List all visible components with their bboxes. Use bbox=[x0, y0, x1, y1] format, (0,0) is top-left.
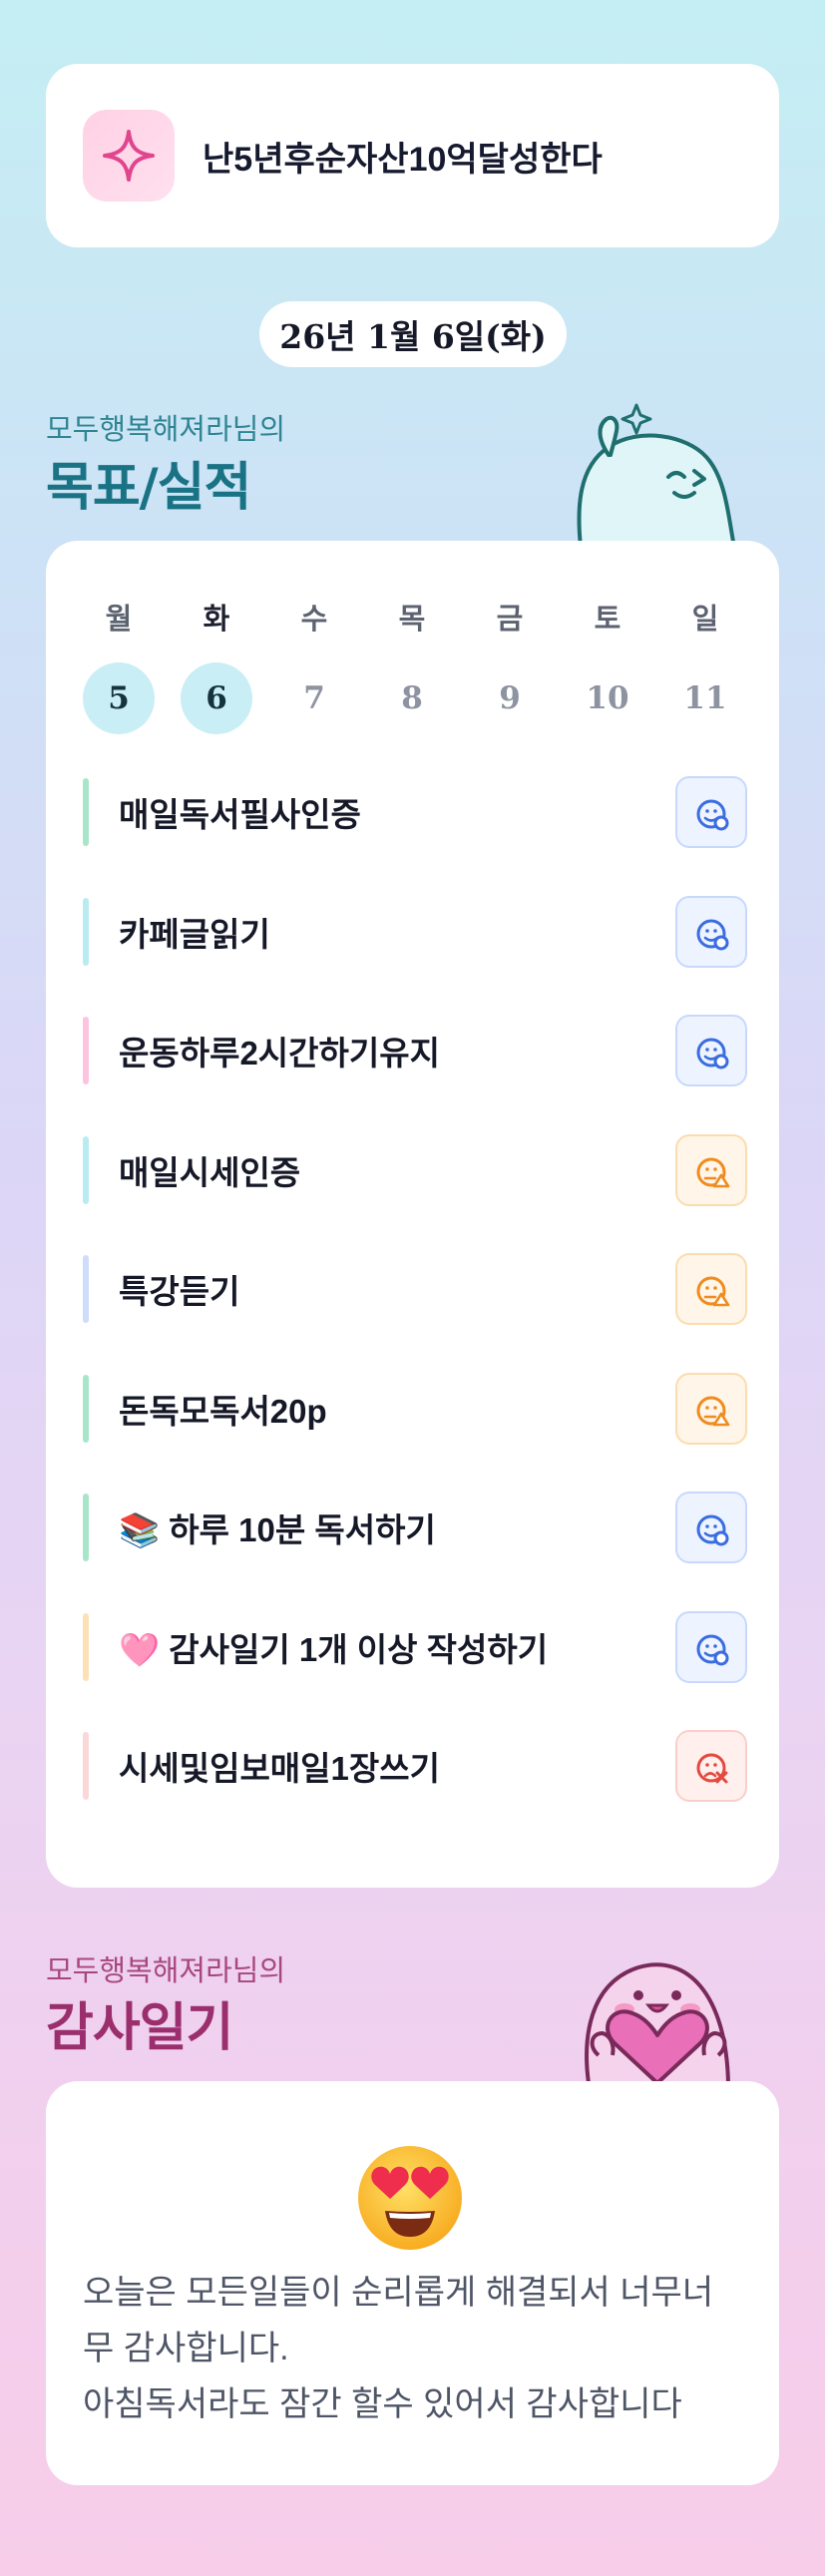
smile-check-icon[interactable] bbox=[675, 776, 747, 848]
diary-section-title: 감사일기 bbox=[46, 1998, 233, 2058]
diary-line: 무 감사합니다. bbox=[83, 2330, 289, 2367]
task-row[interactable]: 카페글읽기 bbox=[83, 892, 747, 972]
day-of-week-label: 화 bbox=[203, 604, 230, 636]
diary-line: 아침독서라도 잠간 할수 있어서 감사합니다 bbox=[83, 2385, 682, 2423]
record-section-title: 목표/실적 bbox=[46, 458, 251, 518]
task-label: 시세및임보매일1장쓰기 bbox=[119, 1750, 440, 1787]
week-strip: 월 5 화 6 수 7 목 8 금 9 토 10 일 11 bbox=[83, 595, 741, 734]
day-number[interactable]: 5 bbox=[83, 662, 155, 734]
day-column[interactable]: 금9 bbox=[474, 595, 546, 734]
day-column[interactable]: 화6 bbox=[181, 595, 252, 734]
smile-check-icon[interactable] bbox=[675, 1015, 747, 1086]
neutral-triangle-icon[interactable] bbox=[675, 1133, 747, 1206]
task-row[interactable]: 🩷 감사일기 1개 이상 작성하기 bbox=[83, 1607, 747, 1687]
task-color-bar bbox=[83, 1374, 89, 1443]
task-row[interactable]: 돈독모독서20p bbox=[83, 1369, 747, 1449]
heart-eyes-emoji-icon bbox=[355, 2143, 465, 2253]
task-row[interactable]: 특강듣기 bbox=[83, 1249, 747, 1329]
task-color-bar bbox=[83, 1732, 89, 1800]
goal-card[interactable]: 난5년후순자산10억달성한다 bbox=[46, 64, 779, 247]
diary-text: 오늘은 모든일들이 순리롭게 해결되서 너무너 무 감사합니다. 아침독서라도 … bbox=[83, 2265, 743, 2432]
task-row[interactable]: 📚 하루 10분 독서하기 bbox=[83, 1488, 747, 1567]
day-number[interactable]: 8 bbox=[376, 662, 448, 734]
day-of-week-label: 일 bbox=[691, 604, 719, 636]
diary-card[interactable]: 오늘은 모든일들이 순리롭게 해결되서 너무너 무 감사합니다. 아침독서라도 … bbox=[46, 2081, 779, 2485]
day-number[interactable]: 9 bbox=[474, 662, 546, 734]
day-of-week-label: 월 bbox=[105, 604, 133, 636]
day-number[interactable]: 6 bbox=[181, 662, 252, 734]
task-row[interactable]: 시세및임보매일1장쓰기 bbox=[83, 1726, 747, 1806]
record-card: 월 5 화 6 수 7 목 8 금 9 토 10 일 11 매일독서필사인증 카페글읽기 운동하루2시간하기유… bbox=[46, 541, 779, 1888]
day-column[interactable]: 토 10 bbox=[572, 595, 643, 734]
task-color-bar bbox=[83, 1255, 89, 1323]
task-list: 매일독서필사인증카페글읽기운동하루2시간하기유지매일시세인증특강듣기돈독모독서2… bbox=[83, 772, 747, 1846]
task-color-bar bbox=[83, 1612, 89, 1681]
task-label: 매일독서필사인증 bbox=[119, 796, 361, 833]
task-color-bar bbox=[83, 897, 89, 966]
day-of-week-label: 목 bbox=[398, 604, 426, 636]
task-color-bar bbox=[83, 1494, 89, 1561]
smile-check-icon[interactable] bbox=[675, 1610, 747, 1683]
task-label: 돈독모독서20p bbox=[119, 1392, 327, 1430]
waving-mascot bbox=[569, 397, 748, 552]
sad-x-icon[interactable] bbox=[675, 1730, 747, 1802]
sparkle-icon bbox=[83, 110, 175, 202]
task-color-bar bbox=[83, 778, 89, 846]
neutral-triangle-icon[interactable] bbox=[675, 1372, 747, 1445]
diary-section-user: 모두행복해져라님의 bbox=[46, 1955, 286, 1987]
task-row[interactable]: 운동하루2시간하기유지 bbox=[83, 1011, 747, 1090]
diary-line: 오늘은 모든일들이 순리롭게 해결되서 너무너 bbox=[83, 2274, 714, 2312]
day-column[interactable]: 월5 bbox=[83, 595, 155, 734]
task-label: 매일시세인증 bbox=[119, 1153, 301, 1191]
task-label: 운동하루2시간하기유지 bbox=[119, 1035, 440, 1072]
heart-mascot bbox=[569, 1943, 748, 2088]
task-row[interactable]: 매일시세인증 bbox=[83, 1130, 747, 1210]
task-label: 카페글읽기 bbox=[119, 915, 270, 953]
day-number[interactable]: 11 bbox=[669, 662, 741, 734]
neutral-triangle-icon[interactable] bbox=[675, 1253, 747, 1325]
task-color-bar bbox=[83, 1017, 89, 1084]
task-row[interactable]: 매일독서필사인증 bbox=[83, 772, 747, 852]
smile-check-icon[interactable] bbox=[675, 1492, 747, 1563]
day-column[interactable]: 목8 bbox=[376, 595, 448, 734]
day-column[interactable]: 일 11 bbox=[669, 595, 741, 734]
task-color-bar bbox=[83, 1135, 89, 1204]
record-section-user: 모두행복해져라님의 bbox=[46, 414, 286, 446]
day-of-week-label: 금 bbox=[496, 604, 524, 636]
goal-text: 난5년후순자산10억달성한다 bbox=[203, 140, 603, 179]
task-label: 📚 하루 10분 독서하기 bbox=[119, 1511, 436, 1548]
day-number[interactable]: 10 bbox=[572, 662, 643, 734]
day-number[interactable]: 7 bbox=[278, 662, 350, 734]
date-pill[interactable]: 26년 1월 6일(화) bbox=[259, 301, 567, 367]
task-label: 특강듣기 bbox=[119, 1273, 240, 1310]
task-label: 🩷 감사일기 1개 이상 작성하기 bbox=[119, 1630, 549, 1668]
day-column[interactable]: 수7 bbox=[278, 595, 350, 734]
smile-check-icon[interactable] bbox=[675, 895, 747, 968]
day-of-week-label: 수 bbox=[300, 604, 328, 636]
day-of-week-label: 토 bbox=[594, 604, 621, 636]
